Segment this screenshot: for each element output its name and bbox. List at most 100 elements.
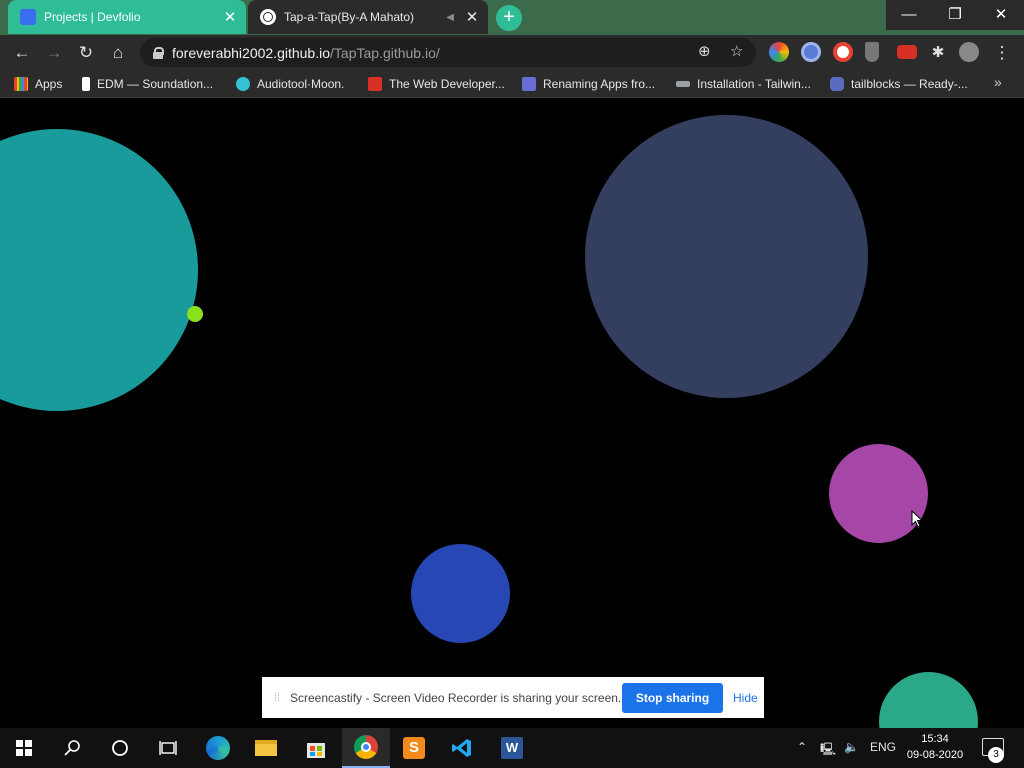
network-icon[interactable]: 🖳	[820, 740, 836, 761]
bookmark-label: Installation - Tailwin...	[697, 77, 811, 91]
tailblocks-icon	[830, 77, 844, 91]
bookmark-star-icon[interactable]: ☆	[730, 42, 743, 60]
minimize-button[interactable]: —	[886, 0, 932, 30]
bookmark-apps[interactable]: Apps	[14, 76, 62, 92]
stop-sharing-button[interactable]: Stop sharing	[622, 682, 723, 713]
vscode-taskbar-button[interactable]	[438, 728, 486, 768]
tailwind-icon	[676, 81, 690, 87]
soundation-icon	[82, 77, 90, 91]
tab-close-icon[interactable]: ✕	[462, 8, 482, 26]
screen: Projects | Devfolio ✕ Tap-a-Tap(By-A Mah…	[0, 0, 1024, 768]
edge-icon	[206, 736, 230, 760]
cortana-button[interactable]	[96, 728, 144, 768]
browser-toolbar: ← → ↻ ⌂ foreverabhi2002.github.io /TapTa…	[0, 35, 1024, 70]
search-button[interactable]	[48, 728, 96, 768]
screencastify-sharing-bar: ⁞⁞ Screencastify - Screen Video Recorder…	[262, 677, 764, 718]
url-path: /TapTap.github.io/	[330, 44, 440, 61]
bookmark-label: Apps	[35, 77, 63, 91]
chrome-icon	[354, 735, 378, 759]
address-bar[interactable]: foreverabhi2002.github.io /TapTap.github…	[140, 38, 756, 67]
tab-devfolio[interactable]: Projects | Devfolio ✕	[8, 0, 246, 34]
reload-button[interactable]: ↻	[74, 41, 98, 65]
word-taskbar-button[interactable]: W	[488, 728, 536, 768]
apps-grid-icon	[14, 77, 28, 91]
bookmark-audiotool[interactable]: Audiotool·Moon.	[236, 76, 344, 92]
bookmark-renaming-apps[interactable]: Renaming Apps fro...	[522, 76, 655, 92]
clock[interactable]: 15:34 09-08-2020	[904, 731, 966, 763]
devfolio-favicon-icon	[20, 9, 36, 25]
web-developer-icon	[368, 77, 382, 91]
k-icon	[522, 77, 536, 91]
task-view-icon	[159, 741, 177, 755]
edge-taskbar-button[interactable]	[194, 728, 242, 768]
shield-extension-icon[interactable]	[865, 42, 879, 62]
back-button[interactable]: ←	[10, 41, 34, 65]
tab-strip: Projects | Devfolio ✕ Tap-a-Tap(By-A Mah…	[0, 0, 1024, 35]
word-icon: W	[501, 737, 523, 759]
cortana-icon	[112, 740, 128, 756]
bookmark-label: Audiotool·Moon.	[257, 77, 345, 91]
task-view-button[interactable]	[144, 728, 192, 768]
tab-tap-a-tap[interactable]: Tap-a-Tap(By-A Mahato) ◀ ✕	[248, 0, 488, 34]
extension-icon[interactable]	[801, 42, 821, 62]
volume-icon[interactable]: 🔈	[844, 740, 859, 754]
puzzle-extensions-icon[interactable]: ✱	[926, 41, 950, 65]
file-explorer-taskbar-button[interactable]	[242, 728, 290, 768]
screencastify-extension-icon[interactable]	[833, 42, 853, 62]
windows-taskbar: S W ⌃ 🖳 🔈 ENG 15:34 09-08-2020 3	[0, 728, 1024, 768]
lock-icon[interactable]	[152, 46, 164, 59]
sharing-message: Screencastify - Screen Video Recorder is…	[290, 690, 622, 705]
avatar[interactable]	[959, 42, 979, 62]
language-indicator[interactable]: ENG	[870, 740, 896, 754]
bookmark-label: tailblocks — Ready-...	[851, 77, 968, 91]
teal-circle[interactable]	[0, 129, 198, 411]
sublime-taskbar-button[interactable]: S	[390, 728, 438, 768]
bookmark-label: The Web Developer...	[389, 77, 505, 91]
windows-logo-icon	[16, 740, 32, 756]
game-canvas[interactable]	[0, 99, 1024, 729]
store-taskbar-button[interactable]	[292, 728, 340, 768]
restore-button[interactable]: ❐	[932, 0, 978, 30]
bookmark-edm-soundation[interactable]: EDM — Soundation...	[82, 76, 213, 92]
green-circle[interactable]	[879, 672, 978, 729]
drag-handle-icon[interactable]: ⁞⁞	[268, 692, 286, 704]
hide-link[interactable]: Hide	[733, 691, 758, 705]
menu-kebab-icon[interactable]: ⋮	[990, 41, 1014, 65]
blue-circle[interactable]	[411, 544, 510, 643]
tab-title: Tap-a-Tap(By-A Mahato)	[284, 10, 415, 24]
bookmark-label: Renaming Apps fro...	[543, 77, 656, 91]
bookmark-tailblocks[interactable]: tailblocks — Ready-...	[830, 76, 968, 92]
mouse-cursor-icon	[911, 510, 924, 528]
tab-title: Projects | Devfolio	[44, 10, 141, 24]
new-tab-button[interactable]: +	[496, 5, 522, 31]
bookmark-tailwind[interactable]: Installation - Tailwin...	[676, 76, 811, 92]
vscode-icon	[452, 739, 471, 757]
start-button[interactable]	[0, 728, 48, 768]
color-picker-extension-icon[interactable]	[769, 42, 789, 62]
chrome-taskbar-button[interactable]	[342, 728, 390, 768]
show-hidden-icons-button[interactable]: ⌃	[797, 740, 807, 754]
url-host: foreverabhi2002.github.io	[172, 44, 331, 61]
bookmarks-bar: Apps EDM — Soundation... Audiotool·Moon.…	[0, 70, 1024, 98]
folder-icon	[255, 740, 277, 756]
audio-icon[interactable]: ◀	[446, 12, 454, 23]
store-icon	[307, 743, 325, 758]
bookmark-label: EDM — Soundation...	[97, 77, 214, 91]
lime-dot[interactable]	[187, 306, 203, 322]
extension-icon[interactable]	[897, 45, 917, 59]
bookmarks-more-button[interactable]: »	[994, 74, 1002, 90]
clock-date: 09-08-2020	[906, 749, 964, 761]
close-window-button[interactable]: ✕	[978, 0, 1024, 30]
zoom-icon[interactable]: ⊕	[698, 42, 711, 60]
notification-count-badge: 3	[988, 747, 1004, 763]
search-icon	[64, 740, 80, 756]
clock-time: 15:34	[921, 733, 949, 745]
bookmark-web-developer[interactable]: The Web Developer...	[368, 76, 505, 92]
tab-close-icon[interactable]: ✕	[220, 8, 240, 26]
slate-circle[interactable]	[585, 115, 868, 398]
globe-icon	[260, 9, 276, 25]
home-button[interactable]: ⌂	[106, 41, 130, 65]
audiotool-icon	[236, 77, 250, 91]
sublime-text-icon: S	[403, 737, 425, 759]
forward-button[interactable]: →	[42, 41, 66, 65]
